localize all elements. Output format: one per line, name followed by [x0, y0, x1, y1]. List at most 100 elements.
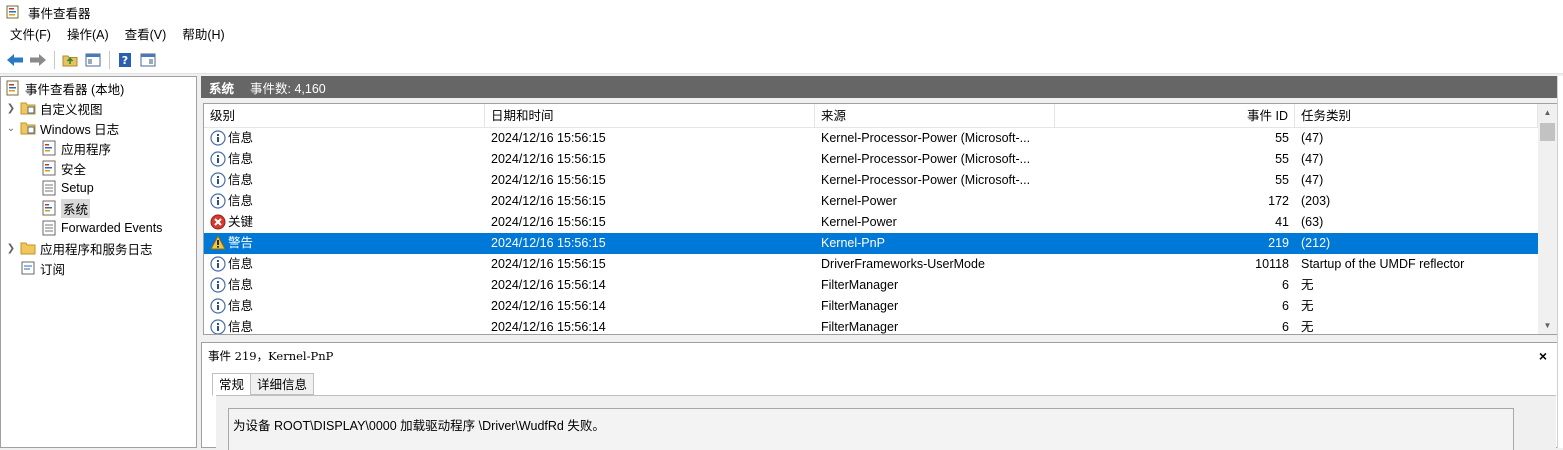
tree-item-system[interactable]: 系统 — [41, 198, 91, 218]
cell-category: 无 — [1301, 320, 1314, 334]
forward-button[interactable] — [27, 49, 49, 71]
event-message: 为设备 ROOT\DISPLAY\0000 加载驱动程序 \Driver\Wud… — [228, 408, 1514, 450]
cell-datetime: 2024/12/16 15:56:15 — [491, 131, 606, 145]
menu-file[interactable]: 文件(F) — [0, 24, 59, 46]
level-label: 信息 — [228, 173, 254, 187]
tree-label: 安全 — [61, 162, 87, 177]
tree-label: 应用程序和服务日志 — [40, 242, 153, 257]
level-label: 信息 — [228, 278, 254, 292]
tree-item-subscriptions[interactable]: 订阅 — [20, 258, 65, 278]
information-icon — [210, 151, 226, 167]
table-row[interactable]: 信息 2024/12/16 15:56:15 Kernel-Power 172 (203… — [204, 191, 1538, 212]
table-row[interactable]: 信息 2024/12/16 15:56:15 DriverFrameworks-Us… — [204, 254, 1538, 275]
level-label: 信息 — [228, 257, 254, 271]
tree-label: 应用程序 — [61, 142, 112, 157]
vertical-scrollbar[interactable]: ▲ ▼ — [1538, 104, 1557, 334]
table-row[interactable]: 信息 2024/12/16 15:56:14 FilterManager 6 无 — [204, 296, 1538, 317]
cell-datetime: 2024/12/16 15:56:15 — [491, 236, 606, 250]
tree-item-custom-views[interactable]: ❯ 自定义视图 — [5, 98, 103, 118]
cell-event-id: 55 — [1275, 131, 1289, 145]
tree-item-security[interactable]: 安全 — [41, 158, 86, 178]
table-row[interactable]: 信息 2024/12/16 15:56:14 FilterManager 6 无 — [204, 275, 1538, 296]
cell-level: 信息 — [204, 254, 485, 275]
cell-source: DriverFrameworks-UserMode — [821, 257, 985, 271]
cell-category: (203) — [1301, 194, 1331, 208]
up-folder-button[interactable] — [59, 49, 81, 71]
tab-general[interactable]: 常规 — [212, 373, 252, 396]
scroll-down-icon[interactable]: ▼ — [1538, 317, 1557, 334]
cell-event-id: 55 — [1275, 152, 1289, 166]
table-row[interactable]: 警告 2024/12/16 15:56:15 Kernel-PnP 219 (212) — [204, 233, 1538, 254]
cell-event-id: 172 — [1268, 194, 1289, 208]
cell-datetime: 2024/12/16 15:56:15 — [491, 152, 606, 166]
log-name: 系统 — [209, 81, 235, 96]
cell-level: 信息 — [204, 191, 485, 212]
cell-datetime: 2024/12/16 15:56:14 — [491, 278, 606, 292]
event-count: 事件数: 4,160 — [250, 81, 326, 96]
console-tree-icon — [85, 53, 101, 66]
cell-event-id: 41 — [1275, 215, 1289, 229]
information-icon — [210, 256, 226, 272]
detail-body: 为设备 ROOT\DISPLAY\0000 加载驱动程序 \Driver\Wud… — [216, 395, 1556, 450]
information-icon — [210, 193, 226, 209]
table-row[interactable]: 信息 2024/12/16 15:56:15 Kernel-Processor-Po… — [204, 149, 1538, 170]
tree-item-root[interactable]: 事件查看器 (本地) — [5, 78, 124, 98]
show-hide-action-pane-button[interactable] — [137, 49, 159, 71]
chevron-right-icon[interactable]: ❯ — [5, 103, 17, 114]
information-icon — [210, 298, 226, 314]
tree-item-windows-logs[interactable]: ⌄ Windows 日志 — [5, 118, 119, 138]
menu-view[interactable]: 查看(V) — [117, 24, 175, 46]
level-label: 信息 — [228, 131, 254, 145]
toolbar-separator — [54, 50, 55, 69]
scroll-up-icon[interactable]: ▲ — [1538, 104, 1557, 121]
cell-category: (63) — [1301, 215, 1324, 229]
help-button[interactable]: ? — [114, 49, 136, 71]
tree-label: 事件查看器 (本地) — [25, 82, 125, 97]
cell-event-id: 6 — [1282, 320, 1289, 334]
level-label: 关键 — [228, 215, 254, 229]
cell-datetime: 2024/12/16 15:56:15 — [491, 257, 606, 271]
table-row[interactable]: 信息 2024/12/16 15:56:14 FilterManager 6 无 — [204, 317, 1538, 334]
column-header-source[interactable]: 来源 — [815, 104, 1055, 128]
cell-datetime: 2024/12/16 15:56:15 — [491, 173, 606, 187]
tab-details[interactable]: 详细信息 — [250, 373, 315, 395]
level-label: 信息 — [228, 194, 254, 208]
column-header-level[interactable]: 级别 — [204, 104, 485, 128]
table-row[interactable]: 关键 2024/12/16 15:56:15 Kernel-Power 41 (63) — [204, 212, 1538, 233]
table-row[interactable]: 信息 2024/12/16 15:56:15 Kernel-Processor-Po… — [204, 128, 1538, 149]
tree-item-setup[interactable]: Setup — [41, 178, 94, 198]
tree-item-apps-services-logs[interactable]: ❯ 应用程序和服务日志 — [5, 238, 153, 258]
console-tree: 事件查看器 (本地) ❯ 自定义视图 ⌄ Windows 日志 应用程序 安全 — [0, 76, 197, 448]
main-pane: 系统 事件数: 4,160 级别 日期和时间 来源 事件 ID 任务类别 信息 2… — [201, 76, 1561, 450]
help-icon: ? — [119, 52, 131, 67]
tree-item-forwarded-events[interactable]: Forwarded Events — [41, 218, 162, 238]
log-icon — [42, 200, 56, 216]
back-button[interactable] — [4, 49, 26, 71]
column-header-category[interactable]: 任务类别 — [1295, 104, 1538, 128]
menu-help[interactable]: 帮助(H) — [174, 24, 232, 46]
scroll-thumb[interactable] — [1540, 123, 1555, 141]
folder-up-icon — [62, 55, 78, 66]
cell-level: 关键 — [204, 212, 485, 233]
cell-source: FilterManager — [821, 278, 899, 292]
cell-category: 无 — [1301, 278, 1314, 292]
warning-icon — [210, 234, 226, 250]
column-header-datetime[interactable]: 日期和时间 — [485, 104, 815, 128]
event-list-header: 级别 日期和时间 来源 事件 ID 任务类别 — [204, 104, 1538, 128]
cell-category: Startup of the UMDF reflector — [1301, 257, 1465, 271]
action-pane-icon — [140, 53, 156, 66]
information-icon — [210, 130, 226, 146]
column-header-event-id[interactable]: 事件 ID — [1055, 104, 1295, 128]
chevron-down-icon[interactable]: ⌄ — [5, 123, 17, 134]
chevron-right-icon[interactable]: ❯ — [5, 243, 17, 254]
cell-event-id: 6 — [1282, 278, 1289, 292]
menu-action[interactable]: 操作(A) — [59, 24, 117, 46]
table-row[interactable]: 信息 2024/12/16 15:56:15 Kernel-Processor-Po… — [204, 170, 1538, 191]
show-hide-tree-button[interactable] — [82, 49, 104, 71]
toolbar-separator — [109, 50, 110, 69]
cell-source: Kernel-Processor-Power (Microsoft-... — [821, 173, 1031, 187]
cell-event-id: 6 — [1282, 299, 1289, 313]
close-icon[interactable]: × — [1536, 346, 1550, 366]
level-label: 警告 — [228, 236, 254, 250]
tree-item-application[interactable]: 应用程序 — [41, 138, 111, 158]
